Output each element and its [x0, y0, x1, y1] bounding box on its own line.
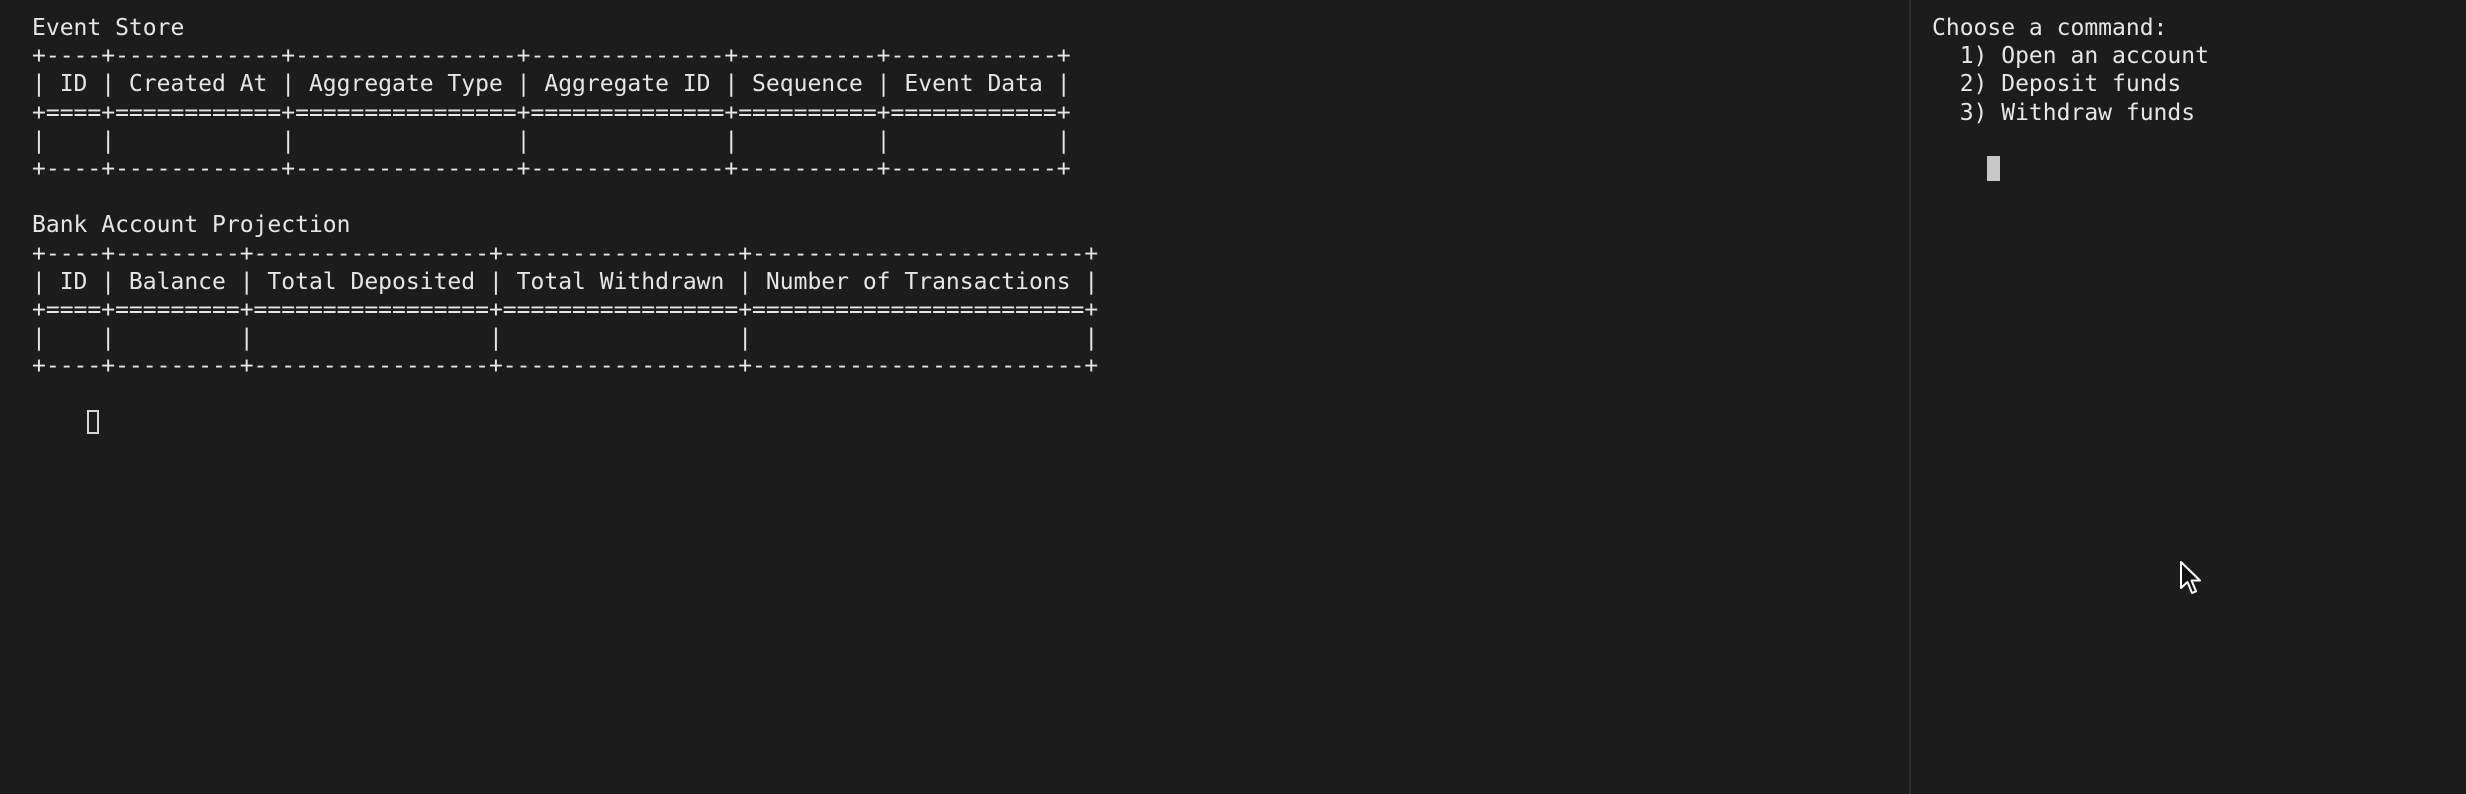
left-cursor-line	[32, 380, 1909, 435]
event-store-title: Event Store	[32, 15, 185, 41]
projection-table-empty-row: | | | | | |	[32, 325, 1099, 352]
projection-table-header: | ID | Balance | Total Deposited | Total…	[32, 268, 1099, 295]
command-option-deposit-funds: 2) Deposit funds	[1932, 71, 2182, 98]
projection-title: Bank Account Projection	[32, 212, 351, 239]
active-text-cursor	[1987, 155, 2001, 181]
command-pane[interactable]: Choose a command: 1) Open an account 2) …	[1911, 0, 2466, 794]
event-log-pane[interactable]: Event Store +----+------------+---------…	[0, 0, 1909, 794]
command-input-line[interactable]	[1932, 127, 2466, 181]
event-store-table-border-top: +----+------------+----------------+----…	[32, 43, 1071, 70]
event-store-table-border-bottom: +----+------------+----------------+----…	[32, 155, 1071, 182]
projection-table-border-bottom: +----+---------+-----------------+------…	[32, 353, 1099, 380]
event-store-table-empty-row: | | | | | | |	[32, 127, 1071, 154]
event-store-table-header-separator: +====+============+================+====…	[32, 99, 1071, 126]
projection-table-header-separator: +====+=========+=================+======…	[32, 296, 1099, 323]
mouse-pointer-icon	[2180, 561, 2201, 594]
projection-table-border-top: +----+---------+-----------------+------…	[32, 240, 1099, 267]
command-option-withdraw-funds: 3) Withdraw funds	[1932, 99, 2196, 126]
command-prompt: Choose a command:	[1932, 15, 2168, 41]
projection-section: Bank Account Projection +----+---------+…	[32, 211, 1909, 380]
inactive-text-cursor	[87, 410, 100, 435]
command-option-open-account: 1) Open an account	[1932, 43, 2209, 70]
event-store-section: Event Store +----+------------+---------…	[32, 14, 1909, 183]
event-store-table-header: | ID | Created At | Aggregate Type | Agg…	[32, 71, 1071, 98]
